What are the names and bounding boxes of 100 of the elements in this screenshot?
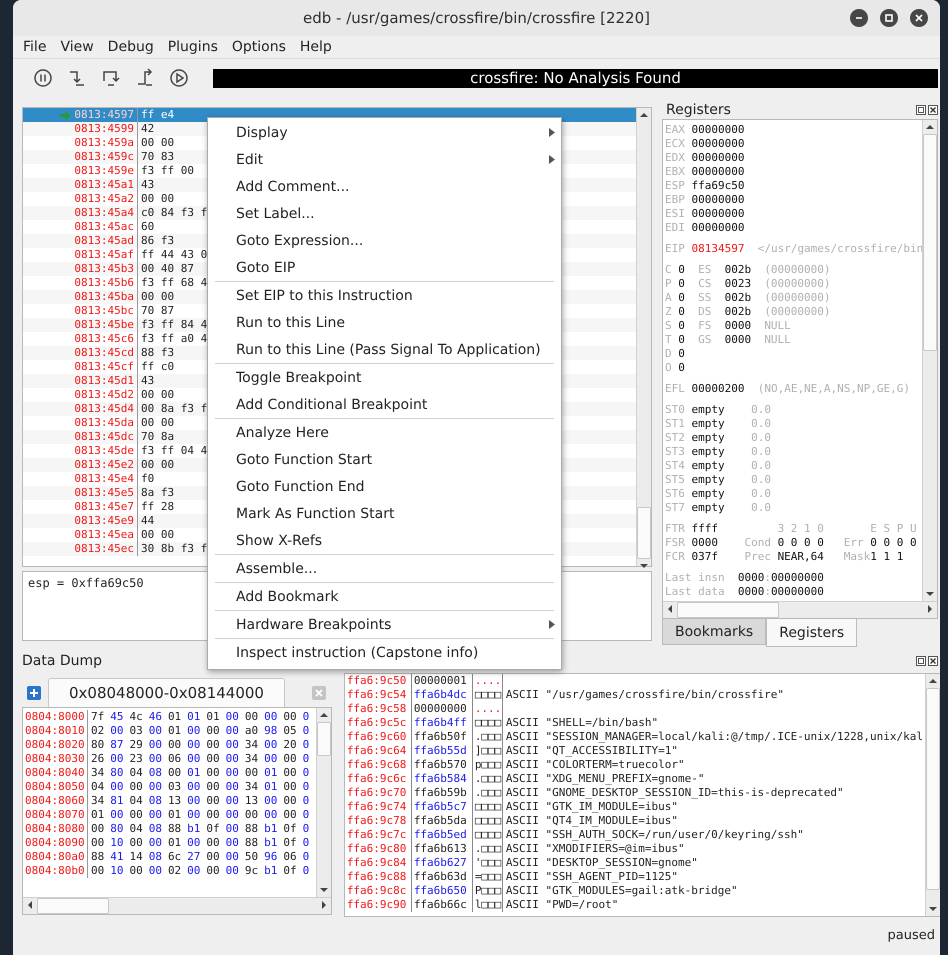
stack-value: ffa6b627: [412, 856, 473, 870]
register-name: P: [665, 277, 673, 291]
hex-byte: 0: [302, 850, 310, 864]
hex-byte: 20: [283, 738, 297, 752]
hex-byte: 0f: [283, 836, 297, 850]
register-value: 0000: [691, 536, 719, 550]
ascii-text: =□□□: [472, 870, 503, 884]
register-value: 002b: [724, 305, 752, 319]
address-text: 0813:45e2: [74, 458, 134, 472]
hex-byte: 01: [168, 724, 182, 738]
hex-byte: 00: [110, 752, 124, 766]
address-text: 0813:45de: [74, 444, 134, 458]
ascii-text: □□□□: [472, 716, 503, 730]
bytes-text: f3 ff 00: [141, 164, 194, 177]
hex-byte: 00: [187, 836, 200, 850]
hex-byte: 04: [129, 822, 143, 836]
hex-byte: 00: [187, 738, 200, 752]
hex-byte: 23: [129, 752, 143, 766]
address-text: 0813:45ea: [74, 528, 134, 542]
hex-byte: 34: [91, 794, 104, 808]
stack-comment: ASCII "SESSION_MANAGER=local/kali:@/tmp/.ICE-unix/1228,unix/kal: [504, 730, 924, 744]
hex-byte: 00: [148, 752, 162, 766]
bytes-text: 60: [141, 220, 154, 233]
hex-byte: 00: [226, 808, 239, 822]
register-value: 0: [678, 291, 686, 305]
bytes-text: 70 8a: [141, 430, 174, 443]
hex-byte: 00: [129, 780, 143, 794]
register-value: 0000: [738, 571, 764, 585]
hex-byte: 96: [264, 850, 278, 864]
hex-byte: 34: [244, 752, 258, 766]
register-note: NULL: [764, 319, 792, 333]
register-value: 00000200: [691, 382, 746, 396]
hex-byte: 34: [244, 780, 258, 794]
bytes-text: 43: [141, 374, 154, 387]
hex-byte: 0: [302, 738, 310, 752]
register-value: 00000000: [691, 193, 746, 207]
hex-byte: 00: [244, 710, 258, 724]
hex-byte: 00: [283, 808, 297, 822]
hex-byte: 00: [283, 794, 297, 808]
hex-byte: 00: [244, 766, 258, 780]
address-text: 0813:45c6: [74, 332, 134, 346]
stack-address: ffa6:9c6c: [344, 772, 412, 786]
hex-byte: 98: [264, 724, 278, 738]
hex-byte: 00: [187, 724, 200, 738]
register-name: FSR: [665, 536, 686, 550]
register-value: 0023: [724, 277, 752, 291]
hex-byte: 34: [91, 766, 104, 780]
bytes-text: 43: [141, 178, 154, 191]
address-text: 0813:45e4: [74, 472, 134, 486]
hex-byte: 14: [129, 850, 143, 864]
hex-byte: 13: [244, 794, 258, 808]
stack-comment: ASCII "QT_ACCESSIBILITY=1": [504, 744, 679, 758]
address-text: 0813:45be: [74, 318, 134, 332]
register-name: Last insn: [665, 571, 726, 585]
dump-address: 0804:8090: [23, 836, 88, 850]
register-value: 08134597: [691, 242, 746, 256]
stack-address: ffa6:9c5c: [344, 716, 412, 730]
hex-byte: 00: [206, 766, 220, 780]
register-value: ffa69c50: [691, 179, 746, 193]
hex-byte: 03: [129, 724, 143, 738]
ascii-text: ....: [472, 674, 503, 688]
stack-comment: ASCII "SSH_AGENT_PID=1125": [504, 870, 679, 884]
register-note: :: [764, 585, 771, 599]
hex-byte: 05: [283, 724, 297, 738]
dump-address: 0804:8040: [23, 766, 88, 780]
hex-byte: 00: [264, 710, 278, 724]
hex-byte: 01: [187, 710, 200, 724]
stack-address: ffa6:9c50: [344, 674, 412, 688]
hex-byte: 00: [110, 808, 124, 822]
register-note: (NO,AE,NE,A,NS,NP,GE,G): [758, 382, 912, 396]
hex-byte: 34: [244, 738, 258, 752]
bytes-text: 00 00: [141, 136, 174, 149]
register-name: ST3: [665, 445, 686, 459]
hex-byte: 02: [91, 724, 104, 738]
address-text: 0813:45cf: [74, 360, 134, 374]
window-title: edb - /usr/games/crossfire/bin/crossfire [2220]: [303, 9, 650, 27]
stack-value: ffa6b584: [412, 772, 473, 786]
hex-byte: 88: [244, 836, 258, 850]
register-name: ES: [698, 263, 712, 277]
address-text: 0813:45a2: [74, 192, 134, 206]
ascii-text: P□□□: [472, 884, 503, 898]
register-name: FS: [698, 319, 712, 333]
stack-comment: ASCII "SSH_AUTH_SOCK=/run/user/0/keyring/ssh": [504, 828, 805, 842]
hex-byte: 00: [206, 808, 220, 822]
address-text: 0813:45cd: [74, 346, 134, 360]
ascii-text: .□□□: [472, 786, 503, 800]
hex-byte: 10: [110, 864, 124, 878]
stack-comment: ASCII "GTK_MODULES=gail:atk-bridge": [504, 884, 739, 898]
register-note: Mask: [844, 550, 870, 564]
hex-byte: 0: [302, 710, 310, 724]
address-text: 0813:45e9: [74, 514, 134, 528]
stack-address: ffa6:9c78: [344, 814, 412, 828]
bytes-text: f3 ff a0 4: [141, 332, 208, 345]
hex-byte: 0: [302, 808, 310, 822]
register-name: D: [665, 347, 673, 361]
register-note: 0.0: [751, 459, 772, 473]
stack-value: ffa6b613: [412, 842, 473, 856]
register-value: 037f: [691, 550, 719, 564]
stack-address: ffa6:9c88: [344, 870, 412, 884]
register-name: ST6: [665, 487, 686, 501]
